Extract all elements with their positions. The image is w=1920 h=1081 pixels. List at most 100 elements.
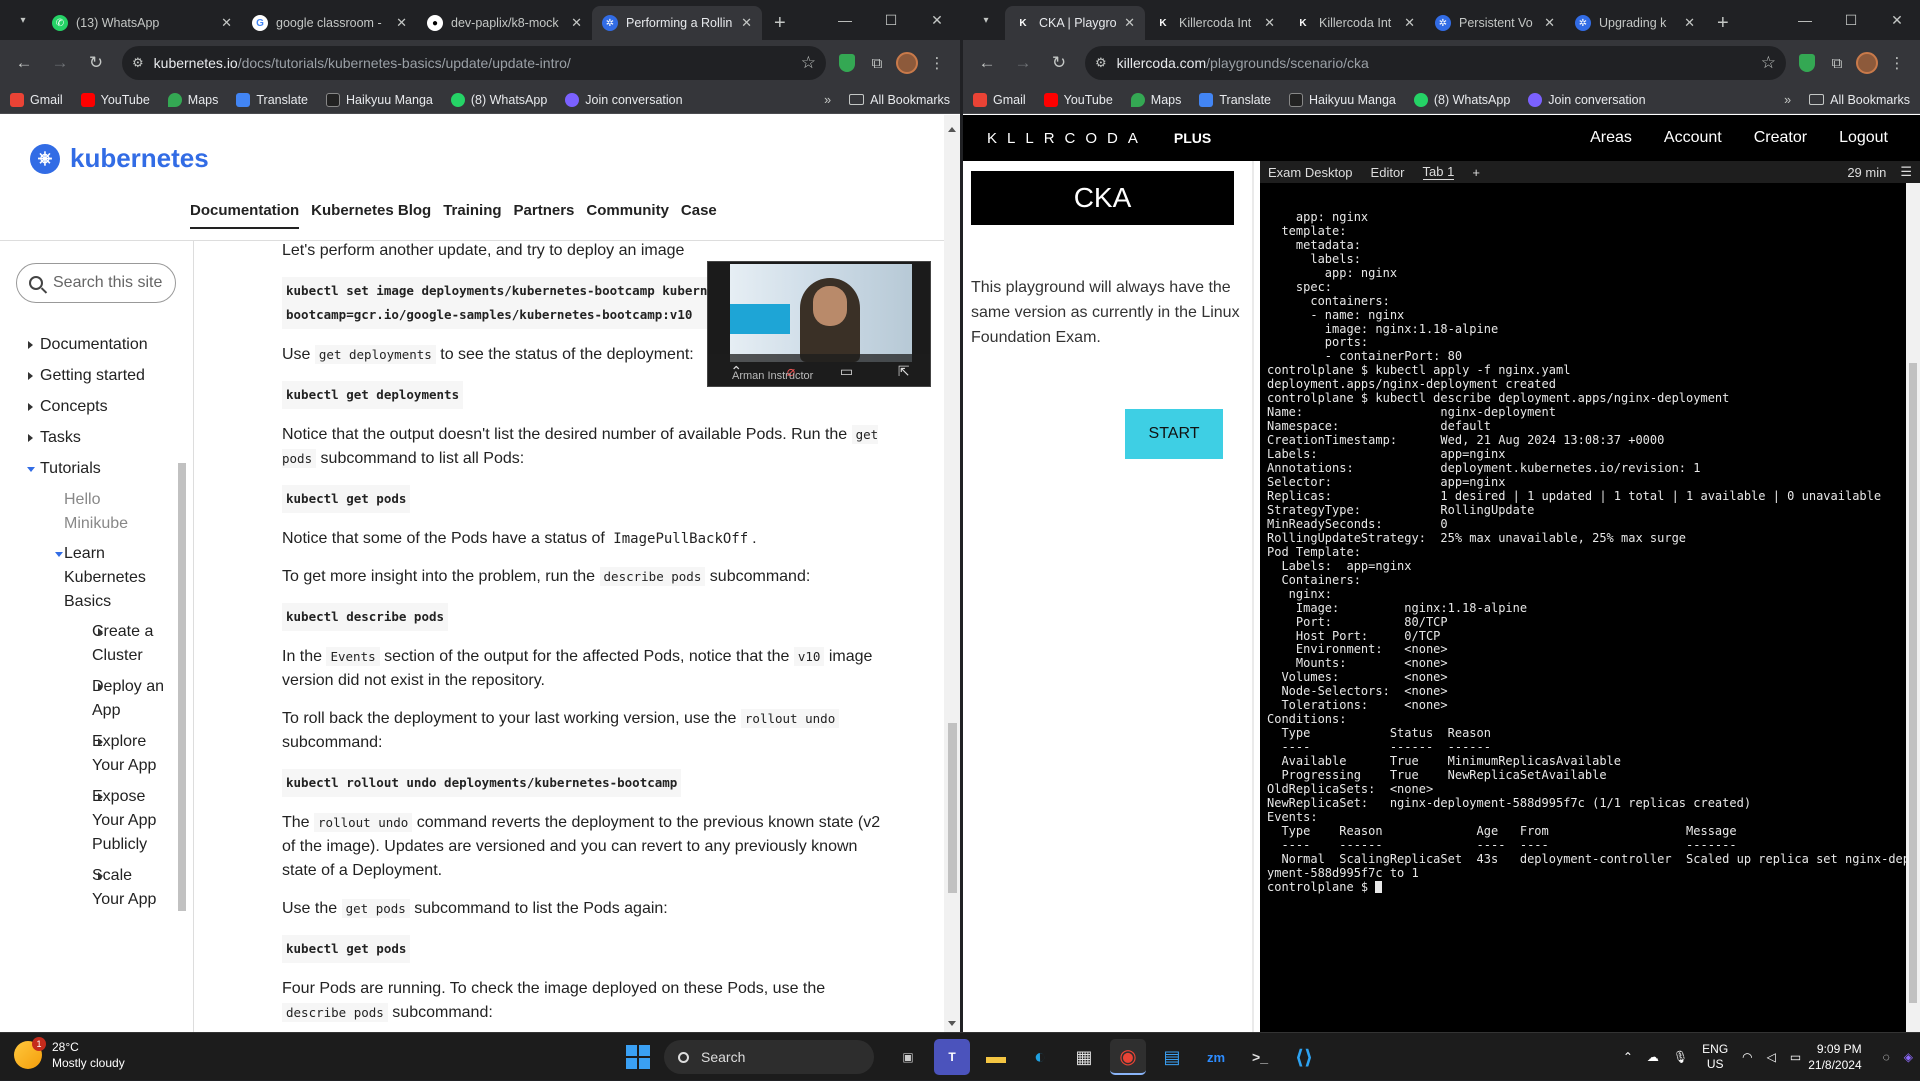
sidebar-item-create-cluster[interactable]: Create a Cluster: [28, 620, 168, 668]
bookmark-join-conversation[interactable]: Join conversation: [1528, 92, 1646, 107]
sidebar-item-scale-app[interactable]: Scale Your App: [28, 864, 168, 912]
more-bookmarks-icon[interactable]: »: [824, 93, 831, 107]
menu-creator[interactable]: Creator: [1754, 129, 1807, 147]
tray-overflow-chevron-icon[interactable]: ⌃: [1623, 1050, 1633, 1064]
close-tab-icon[interactable]: ✕: [1684, 15, 1695, 31]
sidebar-item-documentation[interactable]: Documentation: [28, 333, 168, 357]
share-icon[interactable]: ⇱: [898, 363, 910, 380]
search-input[interactable]: Search this site: [16, 263, 176, 303]
tab-cka-playground[interactable]: K CKA | Playgro ✕: [1005, 6, 1145, 40]
weather-widget[interactable]: 1 28°C Mostly cloudy: [14, 1037, 125, 1071]
volume-icon[interactable]: ◁: [1767, 1050, 1776, 1064]
sidebar-item-getting-started[interactable]: Getting started: [28, 364, 168, 388]
plus-badge[interactable]: PLUS: [1174, 130, 1211, 146]
tab-whatsapp[interactable]: ✆ (13) WhatsApp ✕: [42, 6, 242, 40]
killercoda-logo[interactable]: KLLRCODA: [987, 130, 1148, 147]
close-tab-icon[interactable]: ✕: [221, 15, 232, 31]
terminal-icon[interactable]: >_: [1242, 1039, 1278, 1075]
close-icon[interactable]: ✕: [1874, 0, 1920, 40]
tab-google-classroom[interactable]: G google classroom - ✕: [242, 6, 417, 40]
nav-documentation[interactable]: Documentation: [190, 202, 300, 229]
minimize-icon[interactable]: —: [1782, 0, 1828, 40]
input-language[interactable]: ENG US: [1702, 1042, 1728, 1072]
kubernetes-logo[interactable]: ⎈ kubernetes: [30, 143, 209, 174]
zoom-icon[interactable]: zm: [1198, 1039, 1234, 1075]
site-info-icon[interactable]: ⚙: [1095, 55, 1107, 71]
microsoft-store-icon[interactable]: ▦: [1066, 1039, 1102, 1075]
menu-areas[interactable]: Areas: [1590, 129, 1632, 147]
close-tab-icon[interactable]: ✕: [1404, 15, 1415, 31]
site-info-icon[interactable]: ⚙: [132, 55, 144, 71]
bookmark-gmail[interactable]: Gmail: [10, 92, 63, 107]
tab-editor[interactable]: Editor: [1371, 165, 1405, 180]
close-tab-icon[interactable]: ✕: [396, 15, 407, 31]
terminal[interactable]: app: nginx template: metadata: labels: a…: [1260, 183, 1920, 1032]
page-scroll-thumb[interactable]: [948, 723, 957, 893]
windows-start-icon[interactable]: [626, 1045, 650, 1069]
forward-arrow-icon[interactable]: →: [44, 47, 76, 79]
close-tab-icon[interactable]: ✕: [741, 15, 752, 31]
profile-avatar[interactable]: [1852, 48, 1882, 78]
sidebar-item-tasks[interactable]: Tasks: [28, 426, 168, 450]
close-icon[interactable]: ✕: [914, 0, 960, 40]
sidebar-item-learn-basics[interactable]: Learn Kubernetes Basics: [28, 542, 168, 614]
tab-exam-desktop[interactable]: Exam Desktop: [1268, 165, 1353, 180]
panel-resize-handle[interactable]: [1248, 161, 1260, 1032]
teams-icon[interactable]: T: [934, 1039, 970, 1075]
close-tab-icon[interactable]: ✕: [1124, 15, 1135, 31]
new-tab-plus-icon[interactable]: +: [762, 6, 798, 40]
sidebar-item-expose-app[interactable]: Expose Your App Publicly: [28, 785, 168, 857]
minimize-icon[interactable]: —: [822, 0, 868, 40]
bookmark-star-icon[interactable]: ☆: [1761, 53, 1776, 73]
nav-partners[interactable]: Partners: [514, 202, 575, 229]
maximize-icon[interactable]: ☐: [868, 0, 914, 40]
address-bar[interactable]: ⚙ killercoda.com/playgrounds/scenario/ck…: [1085, 46, 1786, 80]
sidebar-item-concepts[interactable]: Concepts: [28, 395, 168, 419]
camera-icon[interactable]: ▭: [840, 363, 853, 380]
menu-account[interactable]: Account: [1664, 129, 1722, 147]
close-tab-icon[interactable]: ✕: [1264, 15, 1275, 31]
taskbar-search[interactable]: Search: [664, 1040, 874, 1074]
nav-blog[interactable]: Kubernetes Blog: [311, 202, 431, 229]
video-call-overlay[interactable]: ⌃ ⌀ ▭ ⇱ Arman Instructor: [707, 261, 931, 387]
menu-logout[interactable]: Logout: [1839, 129, 1888, 147]
file-explorer-icon[interactable]: ▬: [978, 1039, 1014, 1075]
extensions-puzzle-icon[interactable]: ⧉: [1822, 48, 1852, 78]
battery-icon[interactable]: ▭: [1790, 1050, 1801, 1064]
sidebar-item-hello-minikube[interactable]: Hello Minikube: [28, 488, 168, 536]
bookmark-translate[interactable]: Translate: [1199, 92, 1271, 107]
bookmark-youtube[interactable]: YouTube: [80, 92, 150, 107]
wifi-icon[interactable]: ◠: [1742, 1050, 1752, 1064]
tab-killercoda-2[interactable]: K Killercoda Int ✕: [1285, 6, 1425, 40]
sidebar-item-deploy-app[interactable]: Deploy an App: [28, 675, 168, 723]
tab-performing-rolling-update[interactable]: ✲ Performing a Rollin ✕: [592, 6, 762, 40]
bookmark-whatsapp[interactable]: (8) WhatsApp: [450, 92, 547, 107]
bookmark-whatsapp[interactable]: (8) WhatsApp: [1413, 92, 1510, 107]
notepad-icon[interactable]: ▤: [1154, 1039, 1190, 1075]
clock[interactable]: 9:09 PM 21/8/2024: [1808, 1041, 1861, 1073]
terminal-scrollbar[interactable]: [1906, 183, 1920, 1032]
bookmark-gmail[interactable]: Gmail: [973, 92, 1026, 107]
bookmark-haikyuu[interactable]: Haikyuu Manga: [1289, 92, 1396, 107]
tab-persistent-volumes[interactable]: ✲ Persistent Vo ✕: [1425, 6, 1565, 40]
microphone-icon[interactable]: 🎙: [1673, 1050, 1688, 1064]
edge-icon[interactable]: ◐: [1022, 1039, 1058, 1075]
reload-icon[interactable]: ↻: [1043, 47, 1075, 79]
close-tab-icon[interactable]: ✕: [1544, 15, 1555, 31]
forward-arrow-icon[interactable]: →: [1007, 47, 1039, 79]
notification-bell-icon[interactable]: ◌: [1883, 1050, 1890, 1064]
bookmark-haikyuu[interactable]: Haikyuu Manga: [326, 92, 433, 107]
nav-training[interactable]: Training: [443, 202, 501, 229]
sidebar-scrollbar[interactable]: [176, 447, 186, 917]
bookmark-join-conversation[interactable]: Join conversation: [565, 92, 683, 107]
page-scrollbar[interactable]: [944, 115, 960, 1032]
new-tab-plus-icon[interactable]: +: [1705, 6, 1741, 40]
terminal-scroll-thumb[interactable]: [1909, 363, 1917, 1003]
maximize-icon[interactable]: ☐: [1828, 0, 1874, 40]
close-tab-icon[interactable]: ✕: [571, 15, 582, 31]
sidebar-item-tutorials[interactable]: Tutorials: [27, 457, 168, 481]
hamburger-menu-icon[interactable]: ☰: [1900, 164, 1912, 180]
bookmark-maps[interactable]: Maps: [1130, 92, 1181, 107]
scroll-up-arrow-icon[interactable]: [948, 127, 956, 132]
start-button[interactable]: START: [1125, 409, 1223, 459]
